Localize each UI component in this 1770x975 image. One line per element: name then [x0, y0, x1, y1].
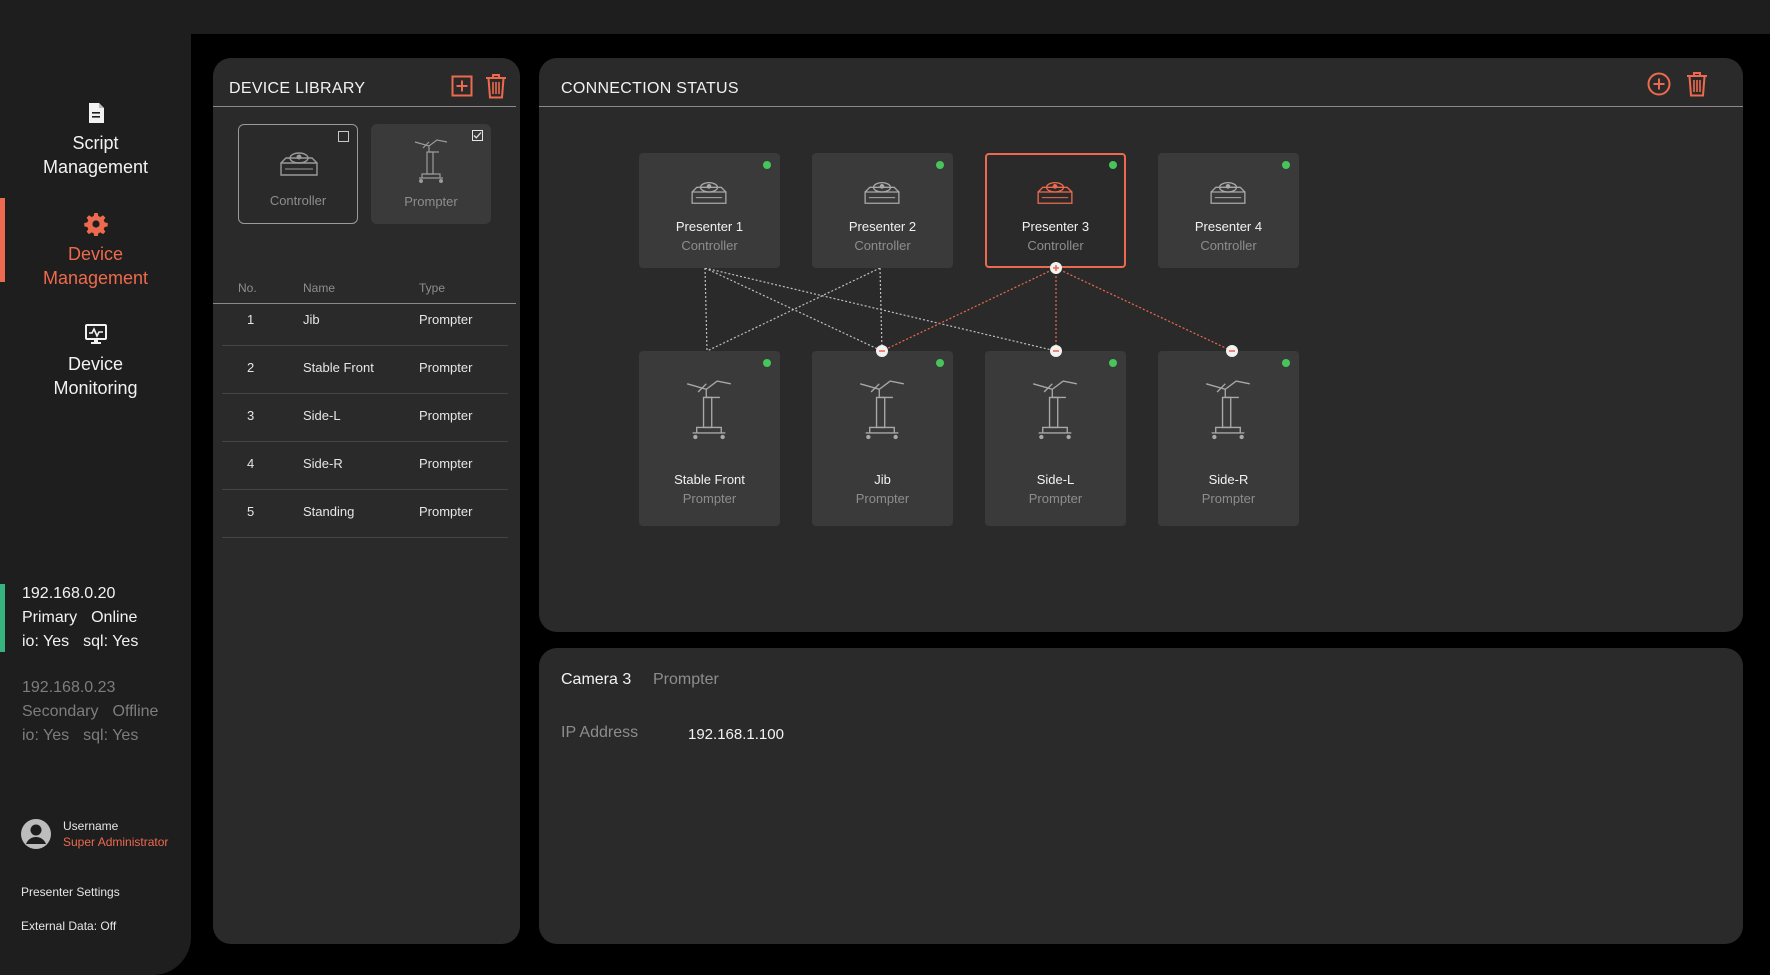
online-dot [1282, 359, 1290, 367]
controller-icon [691, 181, 727, 204]
node-type: Controller [1027, 238, 1084, 253]
node-name: Presenter 2 [848, 219, 917, 234]
online-dot [936, 359, 944, 367]
node-type: Controller [681, 238, 738, 253]
device-name: Camera 3 [561, 671, 632, 688]
node-prompter-side-r[interactable]: Side-R Prompter [1158, 351, 1299, 526]
prompter-icon [859, 380, 904, 440]
node-name: Presenter 1 [675, 219, 744, 234]
link-line [704, 267, 708, 352]
online-dot [1109, 161, 1117, 169]
device-details-panel [539, 648, 1743, 944]
link-line [704, 267, 883, 352]
node-type: Prompter [855, 491, 910, 506]
node-name: Presenter 4 [1194, 219, 1263, 234]
prompter-icon [1205, 380, 1250, 440]
node-type: Controller [1200, 238, 1257, 253]
node-type: Prompter [682, 491, 737, 506]
node-type: Prompter [1028, 491, 1083, 506]
node-type: Prompter [1201, 491, 1256, 506]
node-prompter-side-l[interactable]: Side-L Prompter [985, 351, 1126, 526]
node-name: Jib [874, 472, 891, 487]
online-dot [936, 161, 944, 169]
controller-icon [1037, 181, 1073, 204]
online-dot [763, 161, 771, 169]
ip-address-value[interactable]: 192.168.1.100 [688, 726, 784, 743]
prompter-icon [686, 380, 731, 440]
node-name: Side-R [1208, 472, 1249, 487]
link-line-highlight [881, 267, 1057, 352]
node-prompter-stable-front[interactable]: Stable Front Prompter [639, 351, 780, 526]
node-name: Presenter 3 [1021, 219, 1090, 234]
node-prompter-jib[interactable]: Jib Prompter [812, 351, 953, 526]
node-controller-presenter-4[interactable]: Presenter 4 Controller [1158, 153, 1299, 268]
node-name: Stable Front [674, 472, 745, 487]
online-dot [1109, 359, 1117, 367]
node-controller-presenter-3[interactable]: Presenter 3 Controller [985, 153, 1126, 268]
node-controller-presenter-2[interactable]: Presenter 2 Controller [812, 153, 953, 268]
node-type: Controller [854, 238, 911, 253]
controller-icon [1210, 181, 1246, 204]
ip-address-label: IP Address [561, 724, 639, 741]
online-dot [1282, 161, 1290, 169]
link-line-highlight [1055, 267, 1233, 352]
device-type: Prompter [653, 671, 719, 688]
online-dot [763, 359, 771, 367]
node-name: Side-L [1036, 472, 1075, 487]
prompter-icon [1032, 380, 1077, 440]
node-controller-presenter-1[interactable]: Presenter 1 Controller [639, 153, 780, 268]
controller-icon [864, 181, 900, 204]
